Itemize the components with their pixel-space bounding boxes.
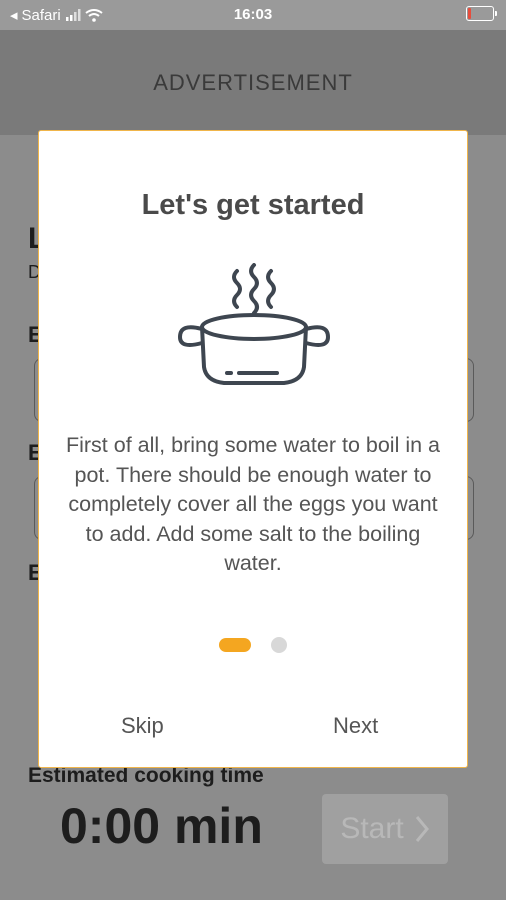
start-button[interactable]: Start <box>322 794 448 864</box>
page-dot[interactable] <box>271 637 287 653</box>
page-indicator <box>39 637 467 653</box>
status-time: 16:03 <box>233 6 273 23</box>
battery-icon <box>466 6 497 21</box>
next-button[interactable]: Next <box>333 713 378 739</box>
page-dot-active[interactable] <box>219 638 251 652</box>
advertisement-label: ADVERTISEMENT <box>153 69 353 95</box>
advertisement-banner[interactable]: ADVERTISEMENT <box>0 30 506 135</box>
onboarding-modal: Let's get started First of all, bring so… <box>38 130 468 768</box>
status-right <box>466 6 497 25</box>
modal-title: Let's get started <box>141 189 365 221</box>
skip-button[interactable]: Skip <box>121 713 164 739</box>
steaming-pot-icon <box>178 263 330 385</box>
status-bar: ◂ Safari 16:03 <box>0 0 506 30</box>
chevron-right-icon <box>415 816 429 842</box>
start-label: Start <box>340 812 404 845</box>
modal-body-text: First of all, bring some water to boil i… <box>65 433 440 575</box>
timer-display: 0:00 min <box>60 798 263 854</box>
